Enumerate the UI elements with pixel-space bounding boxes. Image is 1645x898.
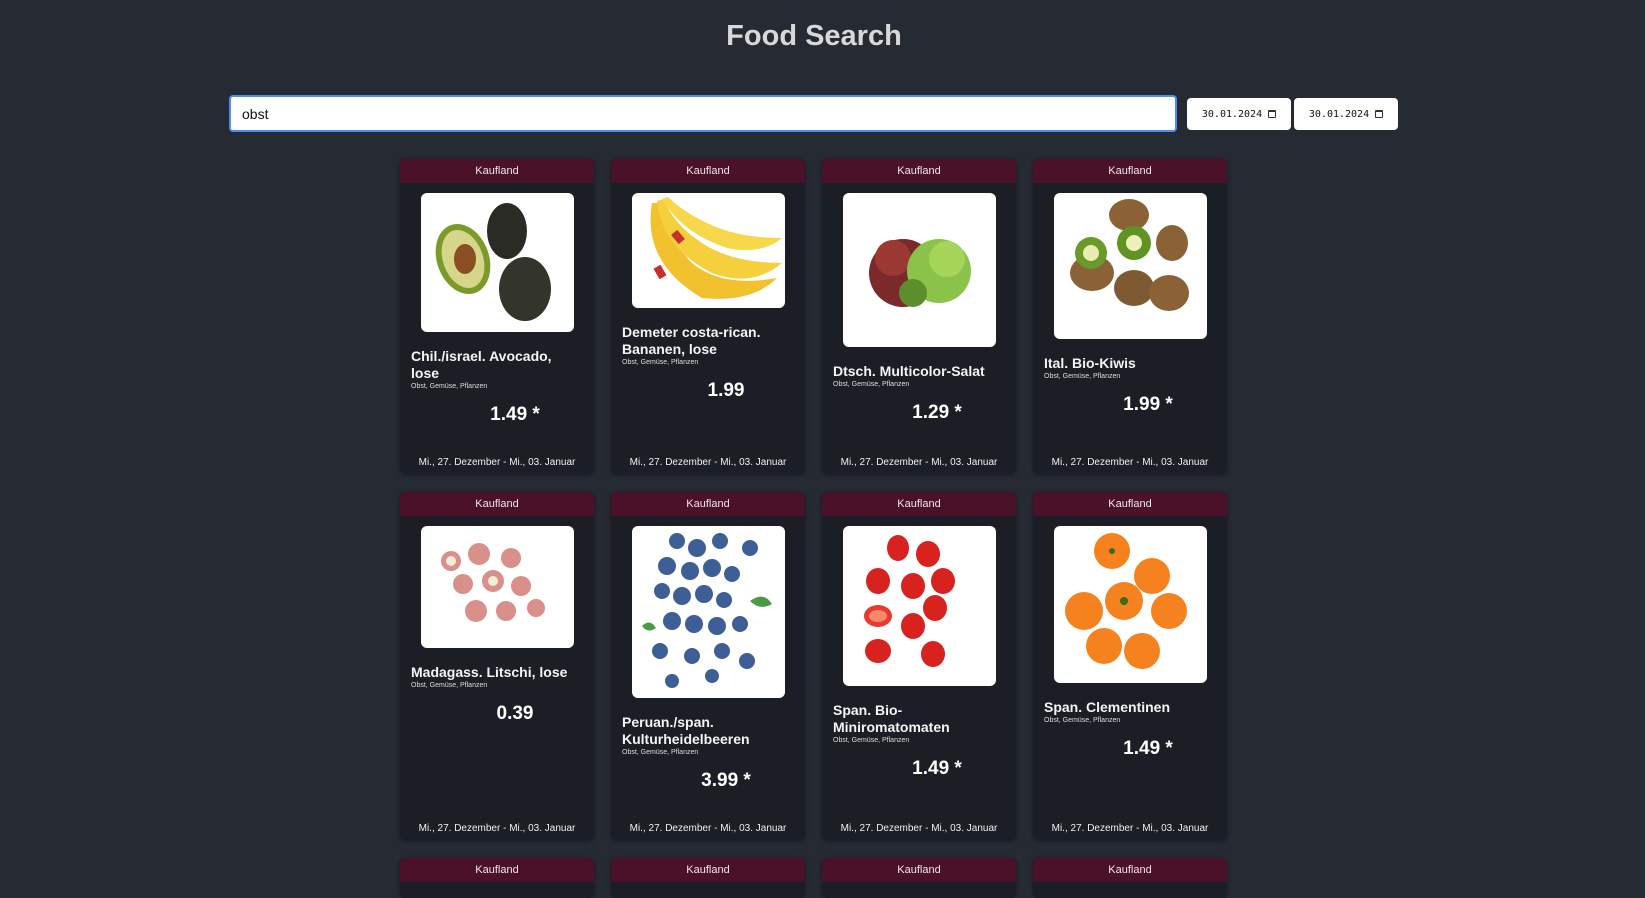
store-label: Kaufland [1033,159,1227,183]
product-grid: Kaufland Chil./israel. Avocado, lose Obs… [400,159,1227,840]
store-label: Kaufland [822,492,1016,516]
validity-dates: Mi., 27. Dezember - Mi., 03. Januar [840,823,998,834]
store-label: Kaufland [822,159,1016,183]
product-category: Obst, Gemüse, Pflanzen [1044,373,1121,380]
date-to-value: 30.01.2024 [1308,108,1370,120]
product-price: 1.99 [707,380,745,401]
product-price: 1.99 * [1123,394,1173,415]
store-label: Kaufland [611,492,805,516]
product-card[interactable]: Kaufland Dtsch. Multicolor-Salat Obst, G… [822,159,1016,474]
product-image-kiwis [1053,193,1207,339]
store-label: Kaufland [400,858,594,882]
product-card[interactable]: Kaufland Demeter costa-rican. Bananen, l… [611,159,805,474]
product-card[interactable]: Kaufland [611,858,805,898]
product-card[interactable]: Kaufland Chil./israel. Avocado, lose Obs… [400,159,594,474]
product-name: Span. Bio-Miniromatomaten [833,702,950,735]
product-category: Obst, Gemüse, Pflanzen [411,383,488,390]
product-name: Demeter costa-rican. Bananen, lose [622,324,761,357]
product-price: 0.39 [496,703,534,724]
product-price: 1.29 * [912,402,962,423]
product-name: Ital. Bio-Kiwis [1044,355,1136,371]
store-label: Kaufland [1033,492,1227,516]
product-card[interactable]: Kaufland [400,858,594,898]
product-image-clementines [1053,526,1207,683]
product-card[interactable]: Kaufland Ital. Bio-Kiwis Obst, Gemüse, P… [1033,159,1227,474]
product-name: Span. Clementinen [1044,699,1171,715]
date-from-input[interactable]: 30.01.2024 [1187,98,1291,130]
product-grid-row-3: Kaufland Kaufland Kaufland Kaufland [400,858,1227,898]
product-price: 3.99 * [701,770,751,791]
validity-dates: Mi., 27. Dezember - Mi., 03. Januar [1051,823,1209,834]
product-image-lychee [420,526,574,648]
search-input[interactable] [229,95,1177,132]
date-to-input[interactable]: 30.01.2024 [1294,98,1398,130]
product-card[interactable]: Kaufland Span. Clementinen Obst, Gemüse,… [1033,492,1227,840]
product-card[interactable]: Kaufland [822,858,1016,898]
product-category: Obst, Gemüse, Pflanzen [833,737,910,744]
product-image-bananas [631,193,785,308]
validity-dates: Mi., 27. Dezember - Mi., 03. Januar [629,457,787,468]
store-label: Kaufland [822,858,1016,882]
product-category: Obst, Gemüse, Pflanzen [833,381,910,388]
product-card[interactable]: Kaufland Peruan./span. Kulturheidelbeere… [611,492,805,840]
store-label: Kaufland [611,858,805,882]
validity-dates: Mi., 27. Dezember - Mi., 03. Januar [1051,457,1209,468]
product-image-tomatoes [842,526,996,686]
product-category: Obst, Gemüse, Pflanzen [622,749,699,756]
page-title: Food Search [726,20,902,52]
validity-dates: Mi., 27. Dezember - Mi., 03. Januar [418,457,576,468]
product-image-avocado [420,193,574,332]
product-name: Chil./israel. Avocado, lose [411,348,552,381]
product-image-lettuce [842,193,996,347]
product-price: 1.49 * [912,758,962,779]
product-name: Madagass. Litschi, lose [411,664,568,680]
validity-dates: Mi., 27. Dezember - Mi., 03. Januar [840,457,998,468]
product-category: Obst, Gemüse, Pflanzen [622,359,699,366]
product-card[interactable]: Kaufland [1033,858,1227,898]
store-label: Kaufland [1033,858,1227,882]
store-label: Kaufland [611,159,805,183]
product-image-blueberries [631,526,785,698]
date-from-value: 30.01.2024 [1201,108,1263,120]
store-label: Kaufland [400,159,594,183]
product-name: Peruan./span. Kulturheidelbeeren [622,714,750,747]
product-card[interactable]: Kaufland Madagass. Litschi, lose Obst, G… [400,492,594,840]
product-price: 1.49 * [1123,738,1173,759]
product-price: 1.49 * [490,404,540,425]
validity-dates: Mi., 27. Dezember - Mi., 03. Januar [418,823,576,834]
product-name: Dtsch. Multicolor-Salat [833,363,985,379]
calendar-icon[interactable] [1268,110,1277,118]
product-category: Obst, Gemüse, Pflanzen [411,682,488,689]
product-card[interactable]: Kaufland Span. Bio-Miniromatomaten Obst,… [822,492,1016,840]
calendar-icon[interactable] [1375,110,1384,118]
validity-dates: Mi., 27. Dezember - Mi., 03. Januar [629,823,787,834]
product-category: Obst, Gemüse, Pflanzen [1044,717,1121,724]
store-label: Kaufland [400,492,594,516]
